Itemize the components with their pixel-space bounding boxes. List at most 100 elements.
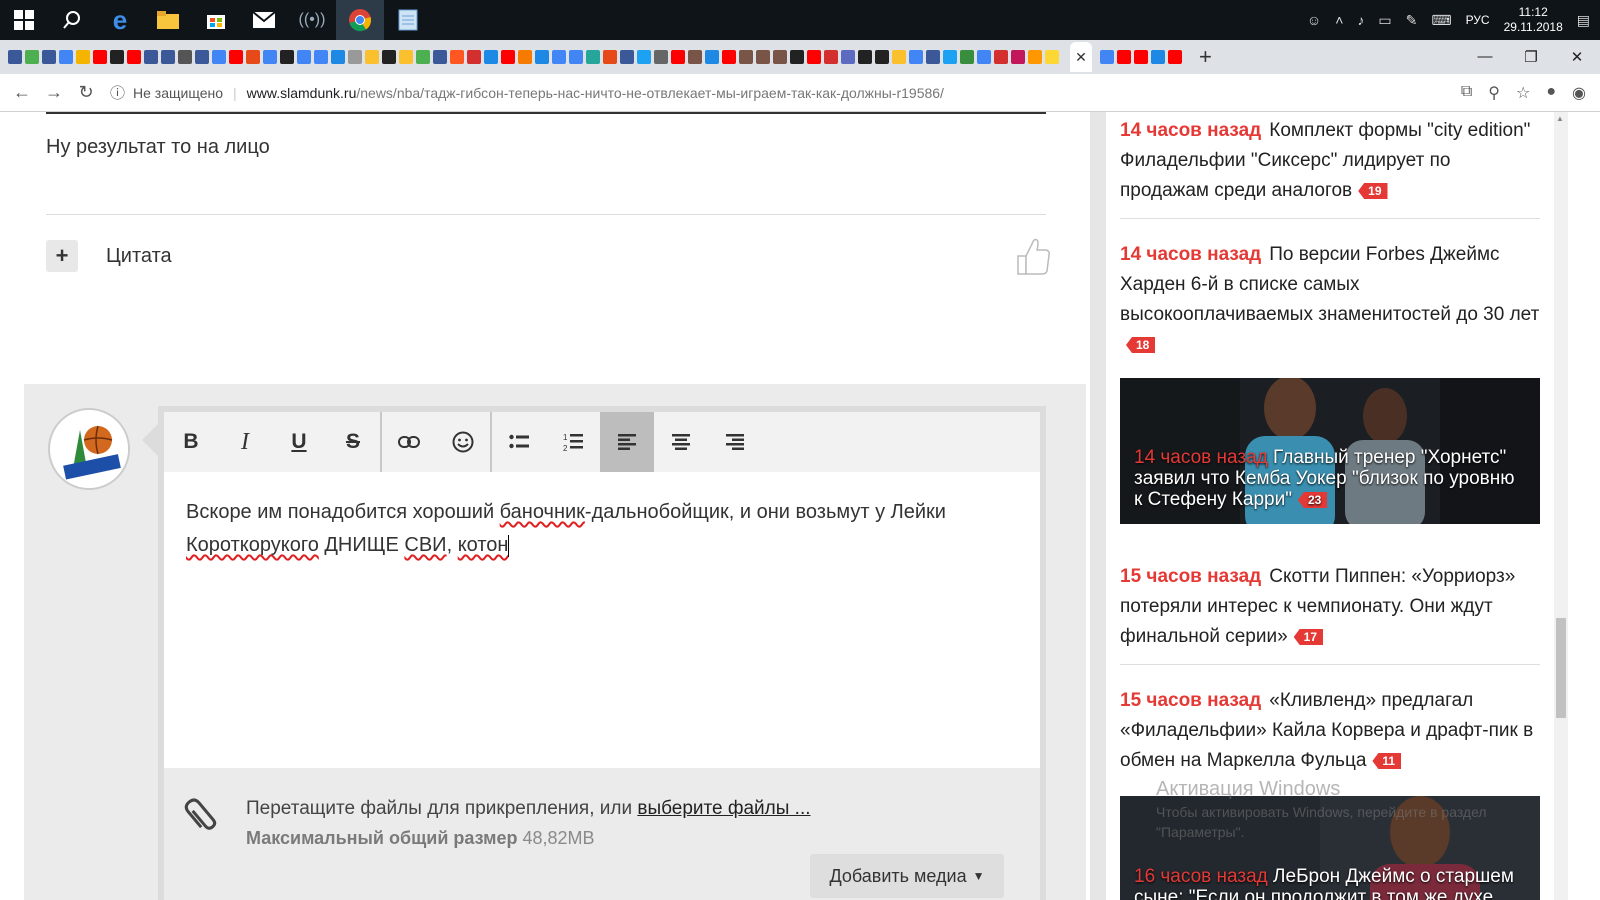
url-input[interactable]: ⓘ Не защищено | www.slamdunk.ru/news/nba… <box>110 78 1461 108</box>
tab-favicon[interactable] <box>994 50 1008 64</box>
tab-favicon[interactable] <box>263 50 277 64</box>
windows-start-icon[interactable] <box>0 0 48 40</box>
news-item[interactable]: 15 часов назад Скотти Пиппен: «Уорриорз» … <box>1120 562 1540 652</box>
tab-favicon[interactable] <box>314 50 328 64</box>
mail-icon[interactable] <box>240 0 288 40</box>
bullet-list-button[interactable] <box>492 412 546 472</box>
search-icon[interactable] <box>48 0 96 40</box>
tab-favicon[interactable] <box>977 50 991 64</box>
tab-favicon[interactable] <box>909 50 923 64</box>
pen-icon[interactable]: ✎ <box>1406 12 1418 29</box>
tab-favicon[interactable] <box>280 50 294 64</box>
tab-favicon[interactable] <box>858 50 872 64</box>
news-item[interactable]: 14 часов назад По версии Forbes Джеймс Ха… <box>1120 240 1540 360</box>
news-item[interactable]: 15 часов назад «Кливленд» предлагал «Фила… <box>1120 686 1540 776</box>
translate-icon[interactable]: ⧉ <box>1461 83 1472 103</box>
scrollbar-thumb[interactable] <box>1556 618 1566 718</box>
tab-favicon[interactable] <box>348 50 362 64</box>
tab-favicon[interactable] <box>518 50 532 64</box>
zoom-icon[interactable]: ⚲ <box>1488 83 1500 103</box>
tab-favicon[interactable] <box>25 50 39 64</box>
italic-button[interactable]: I <box>218 412 272 472</box>
tab-favicon[interactable] <box>807 50 821 64</box>
tab-favicon[interactable] <box>399 50 413 64</box>
network-icon[interactable]: ▭ <box>1378 12 1391 29</box>
chrome-icon[interactable] <box>336 0 384 40</box>
tab-favicon[interactable] <box>297 50 311 64</box>
choose-files-link[interactable]: выберите файлы ... <box>637 798 810 819</box>
tab-favicon[interactable] <box>8 50 22 64</box>
add-media-button[interactable]: Добавить медиа ▼ <box>810 854 1004 898</box>
bold-button[interactable]: B <box>164 412 218 472</box>
tab-favicon[interactable] <box>535 50 549 64</box>
people-icon[interactable]: ☺ <box>1307 12 1321 28</box>
align-right-button[interactable] <box>708 412 762 472</box>
tab-favicon[interactable] <box>501 50 515 64</box>
tab-favicon[interactable] <box>365 50 379 64</box>
thumbs-up-icon[interactable] <box>1012 234 1052 278</box>
tab-favicon[interactable] <box>127 50 141 64</box>
tab-favicon[interactable] <box>943 50 957 64</box>
quote-label[interactable]: Цитата <box>106 245 172 268</box>
language-indicator[interactable]: РУС <box>1466 13 1490 27</box>
tab-favicon[interactable] <box>331 50 345 64</box>
edge-browser-icon[interactable]: e <box>96 0 144 40</box>
wifi-hotspot-icon[interactable]: ((•)) <box>288 0 336 40</box>
tab-favicon[interactable] <box>790 50 804 64</box>
active-tab-close-icon[interactable]: ✕ <box>1070 42 1092 72</box>
tab-favicon[interactable] <box>603 50 617 64</box>
quote-plus-button[interactable]: + <box>46 240 78 272</box>
tab-favicon[interactable] <box>705 50 719 64</box>
tab-favicon[interactable] <box>722 50 736 64</box>
tab-favicon[interactable] <box>739 50 753 64</box>
tab-favicon[interactable] <box>620 50 634 64</box>
tab-favicon[interactable] <box>144 50 158 64</box>
tab-favicon[interactable] <box>416 50 430 64</box>
tab-favicon[interactable] <box>824 50 838 64</box>
link-button[interactable] <box>382 412 436 472</box>
tab-favicon[interactable] <box>841 50 855 64</box>
news-item[interactable]: 14 часов назад Комплект формы "city editi… <box>1120 116 1540 206</box>
store-icon[interactable] <box>192 0 240 40</box>
tab-favicon[interactable] <box>773 50 787 64</box>
back-arrow-icon[interactable]: ← <box>6 82 38 103</box>
tab-favicon[interactable] <box>450 50 464 64</box>
tab-favicon[interactable] <box>960 50 974 64</box>
tab-favicon[interactable] <box>1100 50 1114 64</box>
emoji-button[interactable] <box>436 412 490 472</box>
avatar[interactable] <box>48 408 130 490</box>
tab-favicon[interactable] <box>1134 50 1148 64</box>
page-scrollbar[interactable]: ▲ <box>1554 112 1568 900</box>
info-icon[interactable]: ⓘ <box>110 82 125 103</box>
align-left-button[interactable] <box>600 412 654 472</box>
volume-icon[interactable]: ♪ <box>1357 12 1364 28</box>
tab-favicon[interactable] <box>484 50 498 64</box>
tab-favicon[interactable] <box>654 50 668 64</box>
tab-favicon[interactable] <box>637 50 651 64</box>
tab-favicon[interactable] <box>688 50 702 64</box>
file-explorer-icon[interactable] <box>144 0 192 40</box>
tab-favicon[interactable] <box>178 50 192 64</box>
news-item-with-image[interactable]: 14 часов назад Главный тренер "Хорнетс" … <box>1120 378 1540 524</box>
tab-favicon[interactable] <box>875 50 889 64</box>
tab-favicon[interactable] <box>1045 50 1059 64</box>
tab-favicon[interactable] <box>212 50 226 64</box>
forward-arrow-icon[interactable]: → <box>38 82 70 103</box>
tab-favicon[interactable] <box>110 50 124 64</box>
bookmark-star-icon[interactable]: ☆ <box>1516 83 1530 103</box>
attachment-dropzone[interactable]: Перетащите файлы для прикрепления, или в… <box>164 768 1040 900</box>
tab-favicon[interactable] <box>382 50 396 64</box>
scroll-up-icon[interactable]: ▲ <box>1556 114 1564 123</box>
tab-favicon[interactable] <box>161 50 175 64</box>
align-center-button[interactable] <box>654 412 708 472</box>
minimize-icon[interactable]: — <box>1462 48 1508 66</box>
tab-favicon[interactable] <box>1168 50 1182 64</box>
tab-favicon[interactable] <box>586 50 600 64</box>
tab-favicon[interactable] <box>76 50 90 64</box>
tab-favicon[interactable] <box>229 50 243 64</box>
notepad-icon[interactable] <box>384 0 432 40</box>
maximize-icon[interactable]: ❐ <box>1508 48 1554 66</box>
underline-button[interactable]: U <box>272 412 326 472</box>
strikethrough-button[interactable]: S <box>326 412 380 472</box>
tab-favicon[interactable] <box>756 50 770 64</box>
